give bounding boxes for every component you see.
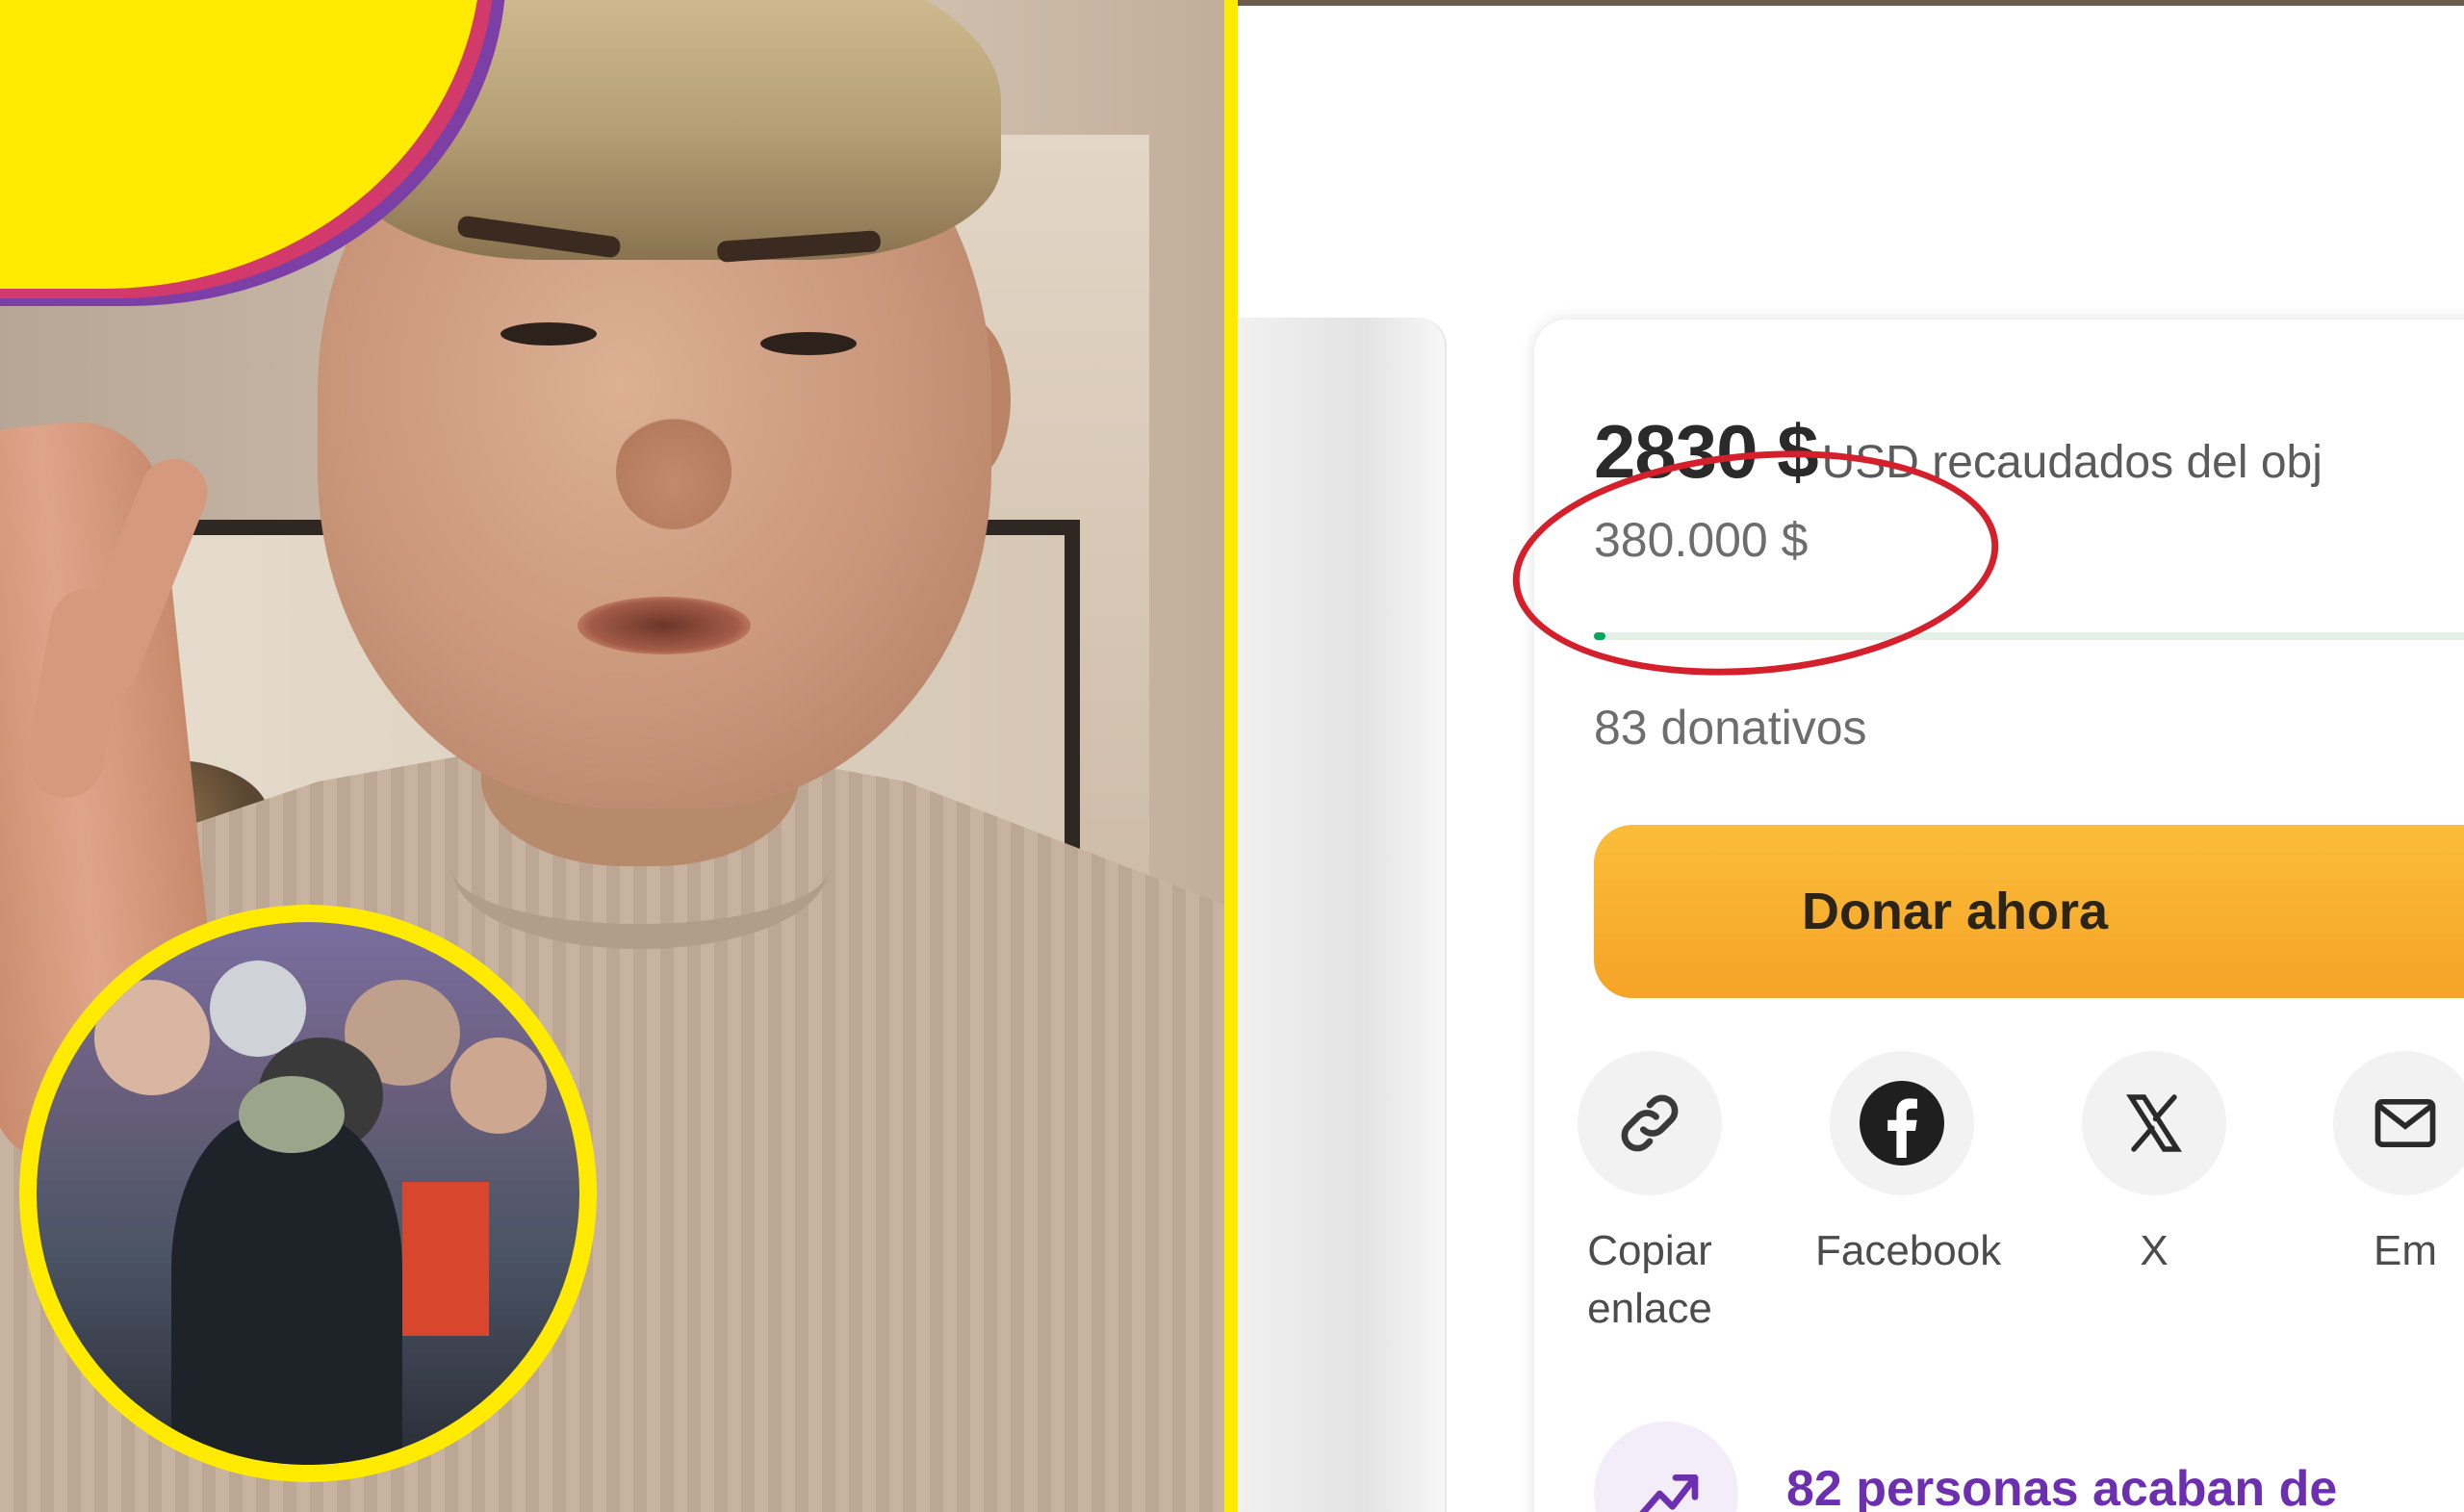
crowd-head: [94, 980, 210, 1095]
crowd-head: [210, 961, 306, 1057]
share-label-line: Copiar: [1587, 1227, 1712, 1274]
share-email-button[interactable]: Em: [2319, 1051, 2464, 1280]
share-label-line: enlace: [1587, 1285, 1712, 1332]
email-icon: [2333, 1051, 2464, 1195]
fundraiser-page: 2830 $USD recaudados del obj 380.000 $ 8…: [1238, 0, 2464, 1512]
share-label: Facebook: [1815, 1222, 2002, 1280]
person-eye-left: [500, 322, 597, 346]
share-copy-link-button[interactable]: Copiar enlace: [1563, 1051, 1736, 1338]
crowd-safety-vest: [402, 1182, 489, 1336]
crowd-head: [450, 1038, 547, 1134]
share-facebook-button[interactable]: Facebook: [1815, 1051, 2002, 1280]
donate-now-label: Donar ahora: [1801, 883, 2109, 940]
share-label: Em: [2319, 1222, 2464, 1280]
person-mouth: [578, 597, 751, 654]
x-icon: [2082, 1051, 2226, 1195]
campaign-cover-image: [1238, 318, 1447, 1512]
person-collar: [452, 789, 828, 949]
person-nose: [616, 414, 732, 529]
share-label: Copiar enlace: [1563, 1222, 1736, 1338]
recent-donors-text: 82 personas acaban de: [1786, 1461, 2338, 1512]
panel-divider: [1224, 0, 1238, 1512]
share-x-button[interactable]: X: [2067, 1051, 2241, 1280]
donate-now-button[interactable]: Donar ahora: [1594, 825, 2464, 998]
page-top-strip: [1238, 0, 2464, 6]
crowd-person-jacket: [171, 1115, 402, 1465]
facebook-icon: [1830, 1051, 1974, 1195]
trending-up-icon: [1594, 1422, 1738, 1512]
donations-count: 83 donativos: [1594, 701, 1867, 755]
share-label-line: Facebook: [1815, 1227, 2002, 1274]
inset-crowd-photo: [37, 922, 579, 1465]
link-icon: [1578, 1051, 1722, 1195]
share-label: X: [2067, 1222, 2241, 1280]
share-label-line: X: [2140, 1227, 2169, 1274]
share-label-line: Em: [2374, 1227, 2437, 1274]
person-eye-right: [760, 332, 857, 355]
crowd-person-hair: [239, 1076, 345, 1153]
